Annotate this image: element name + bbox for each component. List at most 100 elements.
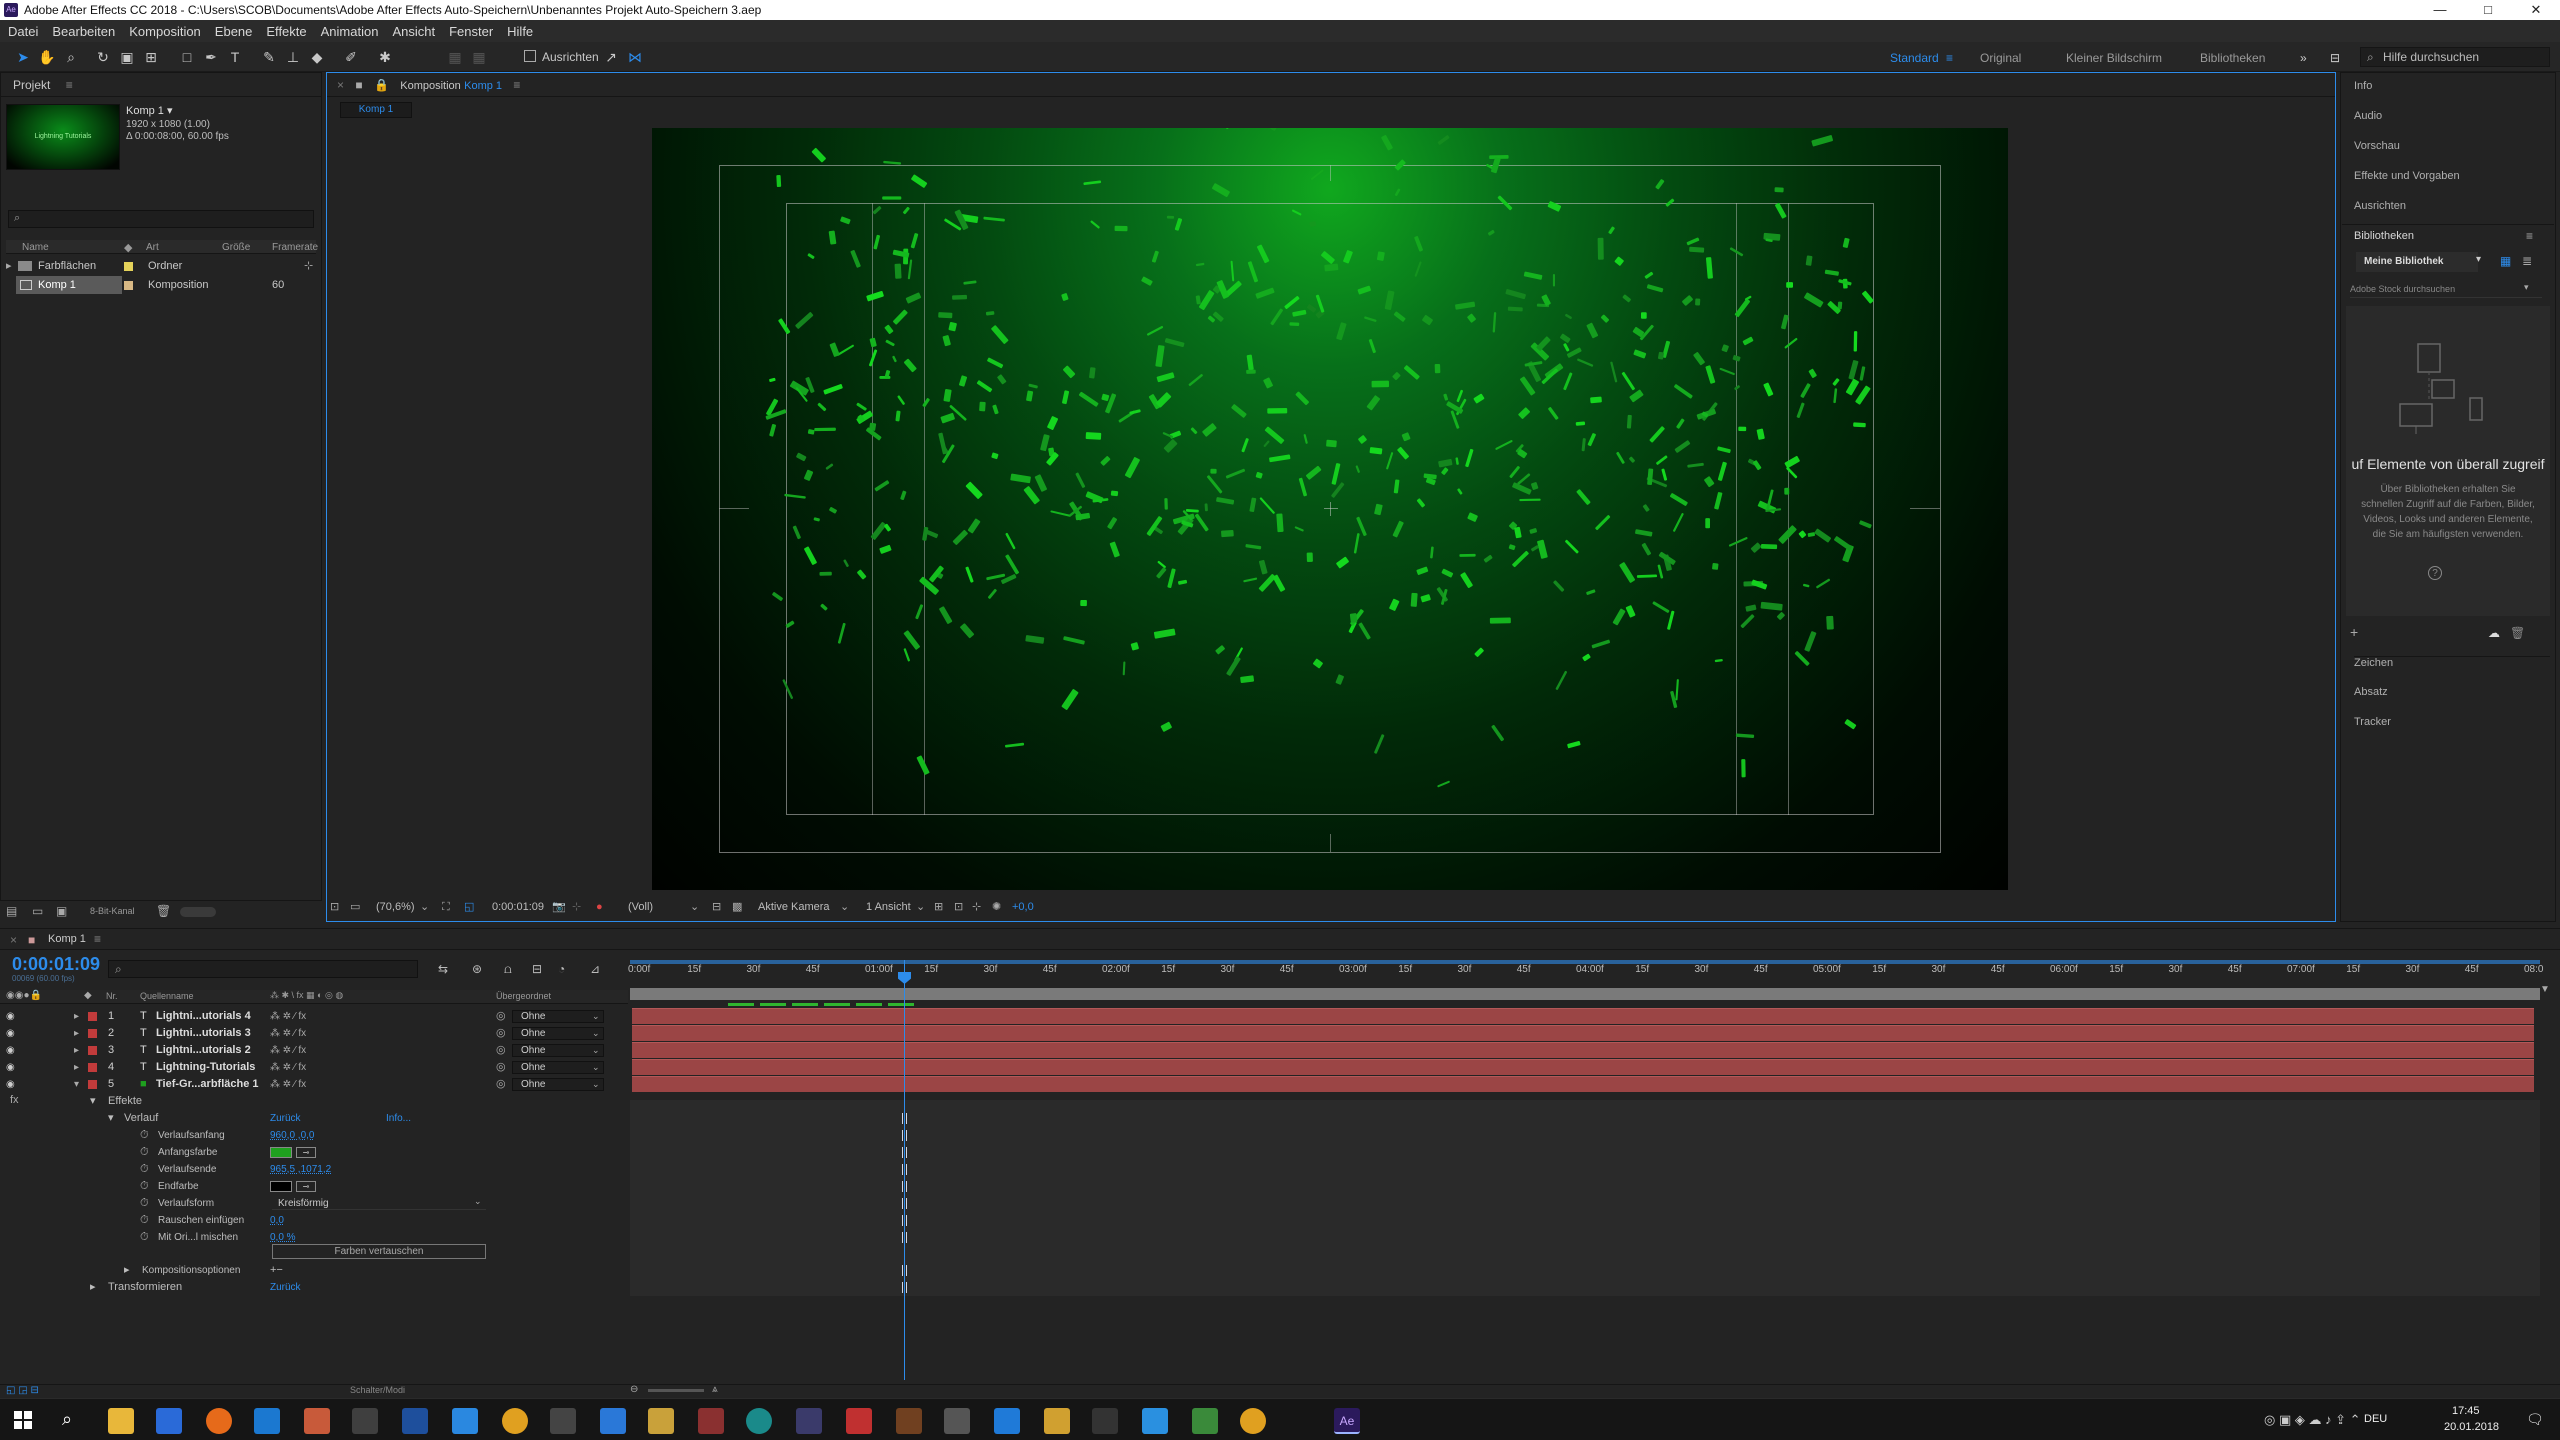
minimize-button[interactable]: — xyxy=(2416,0,2464,20)
swap-colors-button[interactable]: Farben vertauschen xyxy=(272,1244,486,1259)
stock-search-input[interactable]: Adobe Stock durchsuchen xyxy=(2350,280,2542,298)
app-icon-blue-2[interactable] xyxy=(600,1408,626,1434)
transform-reset-link[interactable]: Zurück xyxy=(270,1279,301,1296)
project-item-komp1[interactable]: Komp 1 Komposition 60 xyxy=(6,276,316,294)
panel-effects-presets[interactable]: Effekte und Vorgaben xyxy=(2354,170,2460,182)
help-icon[interactable]: ? xyxy=(2428,566,2442,580)
library-trash-icon[interactable]: 🗑 xyxy=(2510,626,2525,640)
clock-date[interactable]: 20.01.2018 xyxy=(2444,1421,2499,1433)
libraries-title[interactable]: Bibliotheken xyxy=(2354,230,2414,242)
more-workspaces-icon[interactable]: » xyxy=(2300,51,2307,65)
expand-layer-icon[interactable]: ▸ xyxy=(74,1042,79,1059)
visibility-eye-icon[interactable]: ◉ xyxy=(6,1059,15,1076)
layer-duration-bar[interactable] xyxy=(632,1076,2534,1092)
new-composition-icon[interactable]: ▣ xyxy=(56,904,67,918)
composition-viewer[interactable] xyxy=(652,128,2008,890)
layer-label-color[interactable] xyxy=(88,1063,97,1072)
fx-badge[interactable]: fx xyxy=(10,1092,19,1109)
close-timeline-icon[interactable]: × xyxy=(10,933,17,947)
effect-property-value[interactable]: 960,0 ,0,0 xyxy=(270,1127,314,1144)
views-dropdown[interactable]: 1 Ansicht xyxy=(866,897,911,917)
add-element-icon[interactable]: + xyxy=(2350,624,2358,640)
exposure-reset-icon[interactable]: ✺ xyxy=(992,897,1001,917)
libraries-menu-icon[interactable]: ≡ xyxy=(2526,229,2533,243)
eyedropper-icon[interactable]: ⊸ xyxy=(296,1147,316,1158)
camera-dropdown[interactable]: Aktive Kamera xyxy=(758,897,830,917)
column-type[interactable]: Art xyxy=(146,242,159,253)
visibility-eye-icon[interactable]: ◉ xyxy=(6,1076,15,1093)
resolution-icon[interactable]: ⛶ xyxy=(442,897,450,917)
rectangle-tool-icon[interactable]: □ xyxy=(178,48,196,66)
trash-icon[interactable]: 🗑 xyxy=(156,904,171,918)
visibility-eye-icon[interactable]: ◉ xyxy=(6,1042,15,1059)
effects-group-arrow[interactable]: ▾ xyxy=(90,1093,96,1110)
app-icon-navy[interactable] xyxy=(402,1408,428,1434)
draft-3d-icon[interactable]: ⊛ xyxy=(472,962,482,976)
list-view-icon[interactable]: ≣ xyxy=(2522,254,2532,268)
help-search-input[interactable]: Hilfe durchsuchen xyxy=(2360,47,2550,67)
panel-tracker[interactable]: Tracker xyxy=(2354,716,2391,728)
panel-preview[interactable]: Vorschau xyxy=(2354,140,2400,152)
show-snapshot-icon[interactable]: ⊹ xyxy=(572,897,581,917)
menu-komposition[interactable]: Komposition xyxy=(129,24,201,39)
layer-name[interactable]: Lightni...utorials 4 xyxy=(156,1008,251,1025)
cloud-sync-icon[interactable]: ☁ xyxy=(2488,626,2500,640)
pickwhip-icon[interactable]: ◎ xyxy=(496,1025,506,1042)
menu-hilfe[interactable]: Hilfe xyxy=(507,24,533,39)
fast-previews-icon[interactable]: ⊞ xyxy=(934,897,943,917)
end-color-swatch[interactable] xyxy=(270,1181,292,1192)
timeline-toggle-icon[interactable]: ⊡ xyxy=(954,897,963,917)
expand-layer-icon[interactable]: ▸ xyxy=(74,1059,79,1076)
thumbnail-slider[interactable] xyxy=(180,907,216,917)
exposure-value[interactable]: +0,0 xyxy=(1012,897,1034,917)
transparency-grid-icon[interactable]: ◱ xyxy=(464,897,474,917)
quality-dropdown[interactable]: (Voll) xyxy=(628,897,653,917)
layer-name[interactable]: Lightning-Tutorials xyxy=(156,1059,255,1076)
layer-row[interactable]: ◉ ▸ 3 T Lightni...utorials 2 ⁂ ✲ ⁄ fx ◎ Ohne ⌄ xyxy=(0,1042,628,1059)
effect-reset-link[interactable]: Zurück xyxy=(270,1110,301,1127)
layer-label-color[interactable] xyxy=(88,1046,97,1055)
firefox-icon[interactable] xyxy=(206,1408,232,1434)
visibility-eye-icon[interactable]: ◉ xyxy=(6,1025,15,1042)
label-column-icon[interactable]: ◆ xyxy=(124,241,132,254)
gradient-shape-dropdown[interactable]: Kreisförmig xyxy=(272,1197,486,1210)
frame-blending-icon[interactable]: ⊟ xyxy=(532,962,542,976)
panel-align[interactable]: Ausrichten xyxy=(2354,200,2406,212)
viewer-timecode[interactable]: 0:00:01:09 xyxy=(492,897,544,917)
app-icon-blue[interactable] xyxy=(254,1408,280,1434)
selection-tool-icon[interactable]: ➤ xyxy=(14,48,32,66)
menu-ebene[interactable]: Ebene xyxy=(215,24,253,39)
rotate-tool-icon[interactable]: ↻ xyxy=(94,48,112,66)
layer-name[interactable]: Lightni...utorials 2 xyxy=(156,1042,251,1059)
effect-arrow[interactable]: ▾ xyxy=(108,1110,114,1127)
composition-tab[interactable]: × ■ 🔒 Komposition Komp 1 ≡ xyxy=(327,73,2335,97)
store-icon[interactable] xyxy=(156,1408,182,1434)
workspace-original[interactable]: Original xyxy=(1980,51,2021,65)
pickwhip-icon[interactable]: ◎ xyxy=(496,1042,506,1059)
search-icon[interactable]: ⌕ xyxy=(62,1409,72,1430)
puppet-tool-icon[interactable]: ✱ xyxy=(376,48,394,66)
bit-depth-button[interactable]: 8-Bit-Kanal xyxy=(90,906,135,916)
windows-start-icon[interactable] xyxy=(14,1411,32,1429)
expand-layer-icon[interactable]: ▸ xyxy=(74,1025,79,1042)
panel-info[interactable]: Info xyxy=(2354,80,2372,92)
notifications-icon[interactable]: 🗨 xyxy=(2526,1411,2544,1428)
layer-label-color[interactable] xyxy=(88,1012,97,1021)
parent-dropdown[interactable]: Ohne xyxy=(512,1061,604,1074)
workspace-menu-icon[interactable]: ≡ xyxy=(1946,51,1953,65)
layer-switches[interactable]: ⁂ ✲ ⁄ fx xyxy=(270,1059,306,1076)
visibility-eye-icon[interactable]: ◉ xyxy=(6,1008,15,1025)
pickwhip-icon[interactable]: ◎ xyxy=(496,1076,506,1093)
col-source[interactable]: Quellenname xyxy=(140,991,194,1001)
maximize-button[interactable]: □ xyxy=(2464,0,2512,20)
app-icon-red[interactable] xyxy=(304,1408,330,1434)
timeline-search-input[interactable]: ⌕ xyxy=(108,960,418,978)
layer-label-color[interactable] xyxy=(88,1080,97,1089)
panel-audio[interactable]: Audio xyxy=(2354,110,2382,122)
layer-duration-bar[interactable] xyxy=(632,1042,2534,1058)
app-icon-wow[interactable] xyxy=(1044,1408,1070,1434)
menu-effekte[interactable]: Effekte xyxy=(266,24,306,39)
motion-blur-icon[interactable]: ◔ xyxy=(558,962,565,976)
snap-icon[interactable]: ↗ xyxy=(602,48,620,66)
pen-tool-icon[interactable]: ✒ xyxy=(202,48,220,66)
